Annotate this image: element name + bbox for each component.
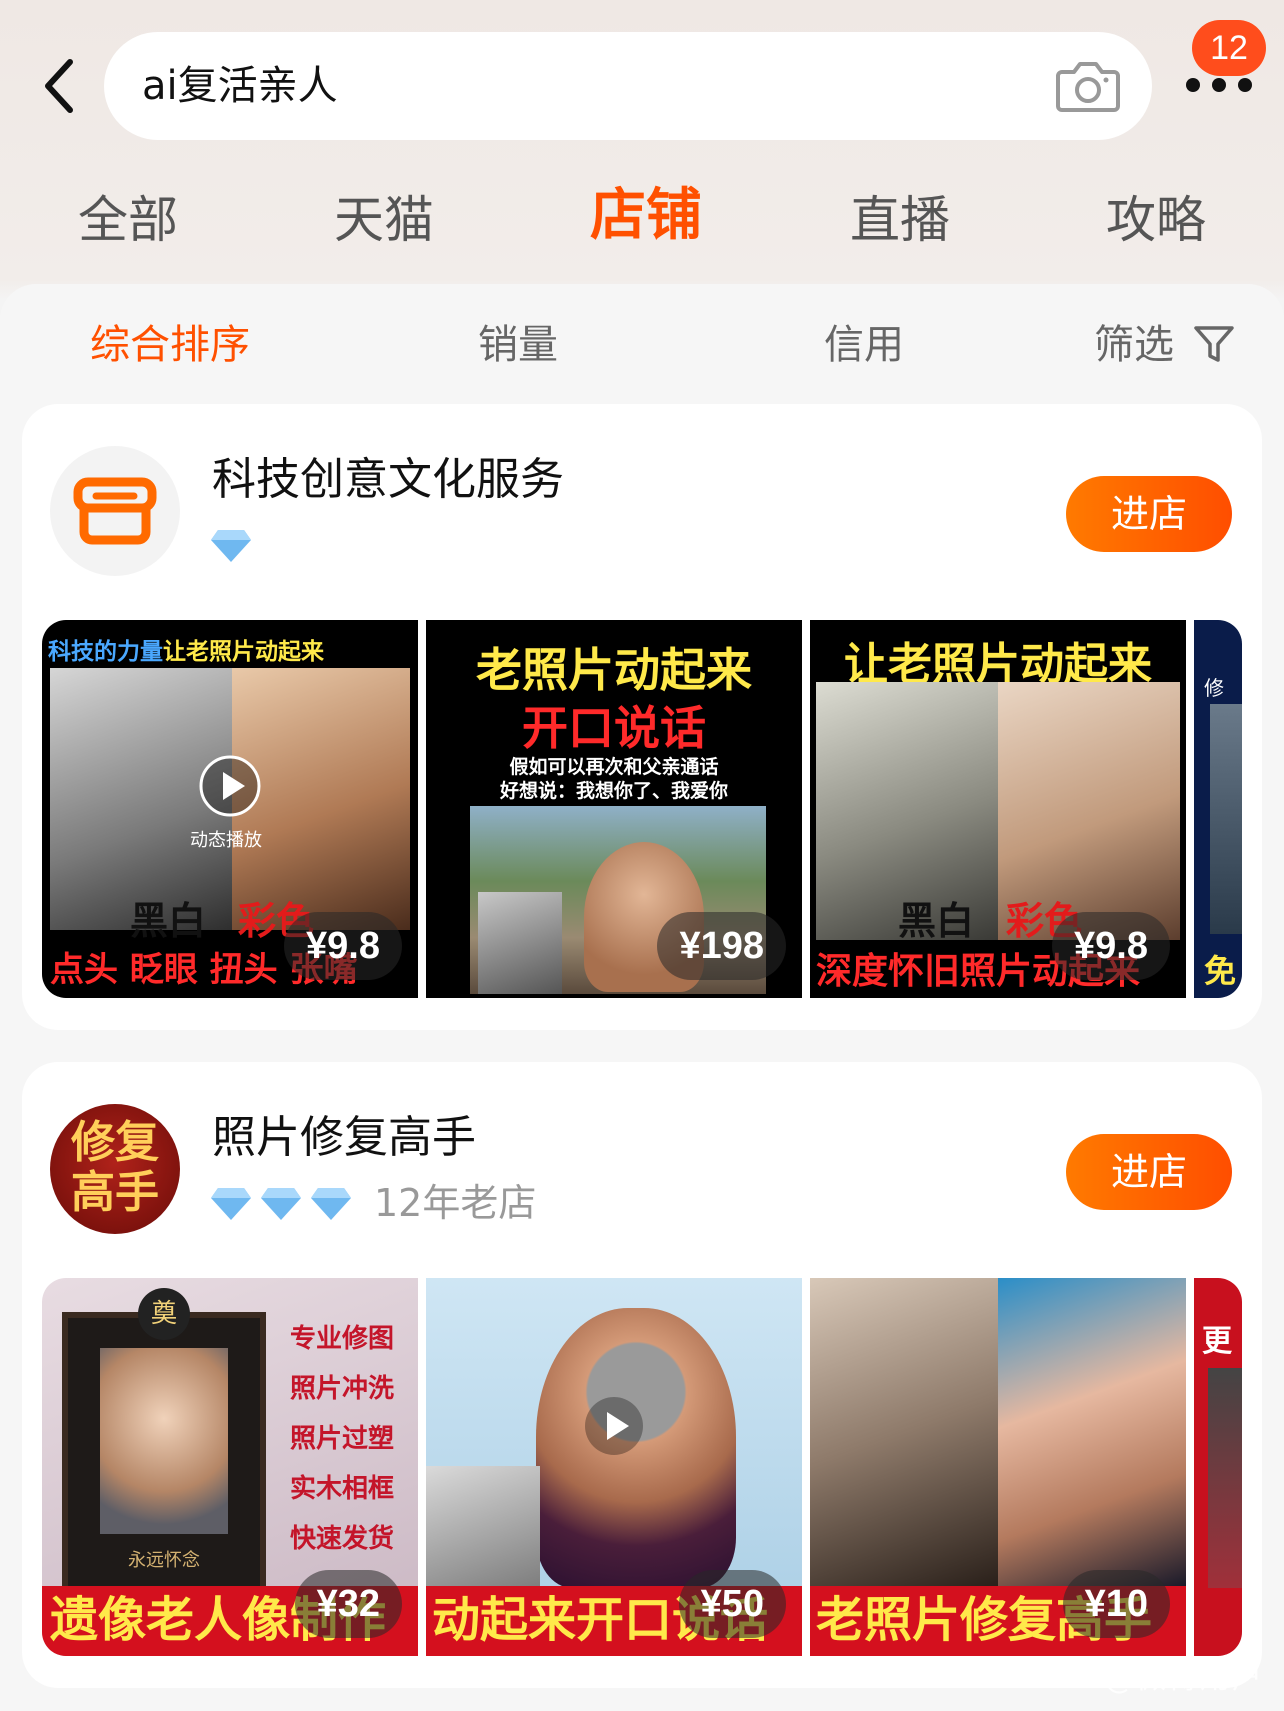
store-card[interactable]: 科技创意文化服务 进店 科技的力量让老照片动起来 动态播放 黑白 彩色 点头 眨… [22,404,1262,1030]
store-logo-text: 修复 [71,1117,159,1168]
product-card-partial[interactable]: 更 [1194,1278,1242,1656]
portrait-photo [100,1348,228,1534]
product-caption: 修 [1204,676,1224,700]
diamond-icon [311,1188,351,1220]
store-logo: 修复 高手 [50,1104,180,1234]
product-card[interactable]: 科技的力量让老照片动起来 动态播放 黑白 彩色 点头 眨眼 扭头 张嘴 ¥9.8 [42,620,418,998]
diamond-icon [211,1188,251,1220]
tab-stores[interactable]: 店铺 [590,184,702,248]
tab-guides[interactable]: 攻略 [1106,188,1206,252]
sort-sales[interactable]: 销量 [478,318,558,372]
search-query-text: ai复活亲人 [142,63,338,109]
bw-inset-photo [426,1466,540,1590]
play-icon[interactable] [198,754,262,818]
store-logo-text: 高手 [71,1167,159,1218]
product-card-partial[interactable]: 修 免 [1194,620,1242,998]
product-headline: 科技的力量让老照片动起来 [48,639,324,665]
color-photo [998,1278,1186,1586]
product-card[interactable]: 老照片动起来 开口说话 假如可以再次和父亲通话 好想说：我想你了、我爱你 ¥19… [426,620,802,998]
store-logo [50,446,180,576]
tab-live[interactable]: 直播 [850,188,950,252]
product-strip: 奠 永远怀念 专业修图 照片冲洗 照片过塑 实木相框 快速发货 遗像老人像制作 … [42,1278,1242,1656]
product-card[interactable]: 老照片修复高手 ¥10 [810,1278,1186,1656]
chevron-left-icon [45,59,73,113]
product-price: ¥50 [678,1570,786,1638]
store-name[interactable]: 科技创意文化服务 [212,450,564,510]
filter-icon[interactable] [1192,322,1236,366]
service-item: 照片过塑 [290,1424,395,1454]
service-list: 专业修图 照片冲洗 照片过塑 实木相框 快速发货 [290,1314,394,1564]
camera-icon[interactable] [1056,56,1120,116]
store-rating [210,528,252,564]
product-strip: 科技的力量让老照片动起来 动态播放 黑白 彩色 点头 眨眼 扭头 张嘴 ¥9.8… [42,620,1242,998]
product-price: ¥9.8 [284,912,402,980]
bw-label: 黑白 [130,899,207,943]
product-caption: 更 [1202,1324,1232,1359]
store-rating [210,1186,352,1222]
more-dot-icon [1186,78,1200,92]
frame-caption: 永远怀念 [128,1550,200,1571]
sort-credit[interactable]: 信用 [824,318,904,372]
product-photo [1208,1368,1242,1588]
product-price: ¥10 [1062,1570,1170,1638]
product-card[interactable]: 动起来开口说话 ¥50 [426,1278,802,1656]
store-card[interactable]: 修复 高手 照片修复高手 12年老店 进店 奠 永远怀念 专业修图 照片冲洗 照… [22,1062,1262,1688]
product-tagline: 假如可以再次和父亲通话 [509,756,719,778]
diamond-icon [211,530,251,562]
product-price: ¥9.8 [1052,912,1170,980]
service-item: 实木相框 [290,1474,395,1504]
product-subheadline: 开口说话 [522,701,706,755]
notification-badge: 12 [1192,20,1266,76]
more-dot-icon [1238,78,1252,92]
more-dot-icon [1212,78,1226,92]
store-name[interactable]: 照片修复高手 [212,1108,476,1168]
product-card[interactable]: 让老照片动起来 黑白 彩色 深度怀旧照片动起来 ¥9.8 [810,620,1186,998]
product-card[interactable]: 奠 永远怀念 专业修图 照片冲洗 照片过塑 实木相框 快速发货 遗像老人像制作 … [42,1278,418,1656]
product-caption: 免 [1204,952,1237,990]
search-input[interactable]: ai复活亲人 [104,32,1152,140]
enter-store-button[interactable]: 进店 [1066,476,1232,552]
store-age: 12年老店 [374,1181,537,1225]
bw-photo [810,1278,998,1586]
play-icon[interactable] [582,1394,646,1458]
product-photo [1210,704,1242,934]
bw-label: 黑白 [898,899,975,943]
service-item: 专业修图 [290,1324,395,1354]
product-headline: 老照片动起来 [476,643,752,697]
shop-icon [73,477,157,545]
product-price: ¥198 [657,912,786,980]
diamond-icon [261,1188,301,1220]
enter-store-button[interactable]: 进店 [1066,1134,1232,1210]
sort-comprehensive[interactable]: 综合排序 [90,318,250,372]
product-price: ¥32 [294,1570,402,1638]
product-tagline: 好想说：我想你了、我爱你 [499,780,728,802]
dynamic-play-label: 动态播放 [190,830,262,851]
back-button[interactable] [40,56,80,116]
tab-all[interactable]: 全部 [78,188,178,252]
filter-button[interactable]: 筛选 [1094,318,1174,372]
tab-tmall[interactable]: 天猫 [334,188,434,252]
service-item: 照片冲洗 [290,1374,395,1404]
service-item: 快速发货 [290,1524,395,1554]
memorial-badge: 奠 [138,1288,190,1340]
bw-inset-photo [478,892,562,994]
watermark: @微博用户 [1104,1661,1264,1696]
